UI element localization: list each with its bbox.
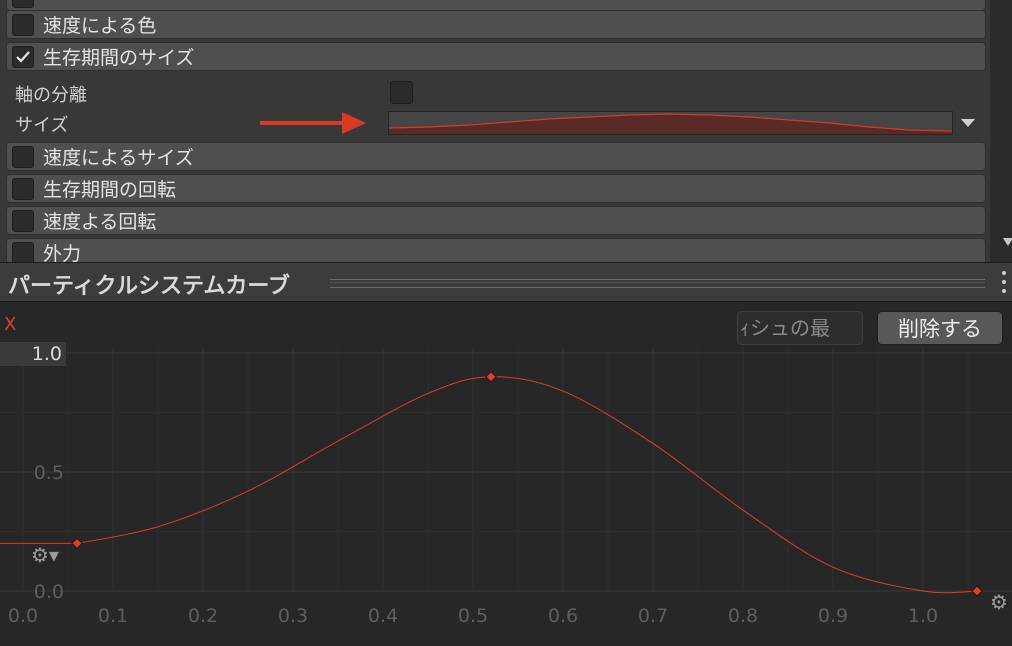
curve-plot[interactable]: 0.0 0.1 0.2 0.3 0.4 0.5 0.6 0.7 0.8 0.9 1.0 0.0 0.5	[0, 302, 1012, 646]
x-tick-label: 0.2	[188, 605, 218, 627]
dropdown-arrow-icon[interactable]	[961, 119, 975, 127]
panel-title: パーティクルシステムカーブ	[8, 274, 291, 299]
keyframe-point	[971, 585, 983, 597]
x-tick-label: 0.5	[458, 605, 488, 627]
y-tick-label: 0.5	[34, 462, 64, 484]
inspector-panel: 速度による色 生存期間のサイズ 軸の分離 サイズ 速度によるサイズ 生存期間の回…	[0, 0, 990, 262]
x-tick-label: 0.0	[8, 605, 38, 627]
module-label: 速度によるサイズ	[43, 147, 194, 169]
size-curve-field[interactable]	[388, 111, 953, 135]
kebab-menu-icon[interactable]	[996, 267, 1012, 297]
module-checkbox[interactable]	[12, 45, 34, 68]
curve-name-label: X	[4, 314, 17, 335]
y-tick-label-max: 1.0	[0, 342, 66, 366]
module-checkbox[interactable]	[12, 145, 34, 168]
module-external-forces[interactable]: 外力	[6, 238, 986, 262]
curve-preview	[389, 113, 952, 134]
x-tick-label: 0.4	[368, 605, 398, 627]
y-tick-label: 0.0	[34, 581, 64, 603]
module-label: 速度による色	[43, 15, 157, 37]
module-checkbox[interactable]	[12, 209, 34, 232]
module-size-over-lifetime[interactable]: 生存期間のサイズ	[6, 42, 986, 71]
inspector-scrollbar[interactable]	[990, 0, 1012, 262]
module-checkbox[interactable]	[12, 0, 34, 8]
separate-axes-label: 軸の分離	[15, 85, 87, 106]
gear-icon[interactable]: ⚙▾	[31, 545, 59, 565]
x-tick-label: 0.7	[638, 605, 668, 627]
curve-panel-header: パーティクルシステムカーブ	[0, 262, 1012, 302]
module-checkbox[interactable]	[12, 177, 34, 200]
gear-icon[interactable]: ⚙	[990, 592, 1008, 612]
module-color-by-speed[interactable]: 速度による色	[6, 10, 986, 39]
module-label: 速度よる回転	[43, 211, 157, 233]
x-tick-label: 0.6	[548, 605, 578, 627]
module-rotation-by-speed[interactable]: 速度よる回転	[6, 206, 986, 235]
module-label: 生存期間のサイズ	[43, 47, 195, 69]
curve-line	[76, 376, 978, 594]
annotation-arrow-icon	[260, 112, 366, 134]
x-tick-label: 0.1	[98, 605, 128, 627]
x-tick-label: 0.9	[818, 605, 848, 627]
x-tick-label: 0.3	[278, 605, 308, 627]
scroll-down-arrow-icon[interactable]	[1003, 238, 1012, 246]
keyframe-point	[71, 537, 83, 550]
size-label: サイズ	[15, 115, 69, 136]
x-tick-label: 0.8	[728, 605, 758, 627]
title-divider	[330, 279, 985, 288]
curve-editor[interactable]: 0.0 0.1 0.2 0.3 0.4 0.5 0.6 0.7 0.8 0.9 1.0 0.0 0.5 …	[0, 302, 1012, 646]
module-size-by-speed[interactable]: 速度によるサイズ	[6, 142, 986, 171]
module-rotation-over-lifetime[interactable]: 生存期間の回転	[6, 174, 986, 203]
separate-axes-checkbox[interactable]	[390, 81, 413, 104]
preset-name-input[interactable]: ｨシュの最	[737, 311, 863, 345]
module-label: 生存期間の回転	[43, 179, 177, 201]
module-label: 外力	[43, 243, 82, 262]
keyframe-point	[485, 371, 497, 383]
delete-button[interactable]: 削除する	[877, 311, 1003, 345]
checkmark-icon	[16, 50, 30, 63]
module-checkbox[interactable]	[12, 13, 34, 36]
module-checkbox[interactable]	[12, 241, 34, 262]
x-tick-label: 1.0	[908, 605, 938, 627]
